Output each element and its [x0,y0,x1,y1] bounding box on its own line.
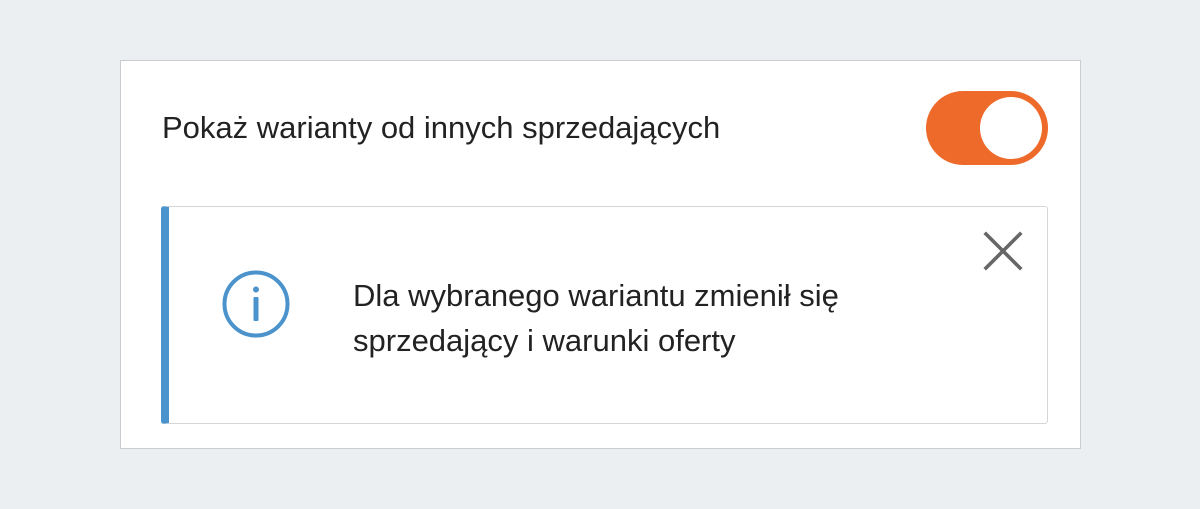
show-variants-toggle[interactable] [926,91,1048,165]
close-alert-button[interactable] [981,230,1025,276]
show-variants-setting-row: Pokaż warianty od innych sprzedających [162,91,1048,165]
info-icon [221,269,291,339]
alert-message: Dla wybranego wariantu zmienił się sprze… [353,278,839,358]
toggle-knob [980,97,1042,159]
info-alert: Dla wybranego wariantu zmienił się sprze… [161,206,1048,424]
settings-card: Pokaż warianty od innych sprzedających D… [120,60,1081,449]
close-icon [983,230,1023,276]
show-variants-label: Pokaż warianty od innych sprzedających [162,110,721,145]
